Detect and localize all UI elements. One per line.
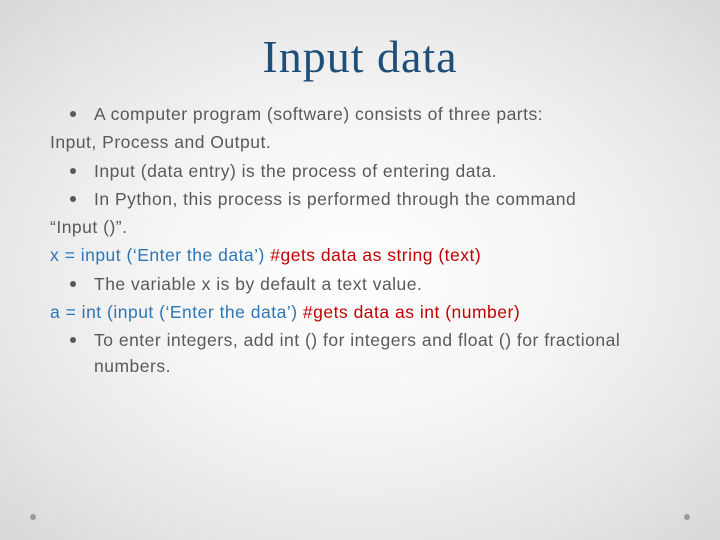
decorative-dot-icon: [30, 514, 36, 520]
bullet-text: In Python, this process is performed thr…: [94, 186, 670, 212]
code-blue: x = input (‘Enter the data’): [50, 245, 270, 265]
decorative-dot-icon: [684, 514, 690, 520]
slide: Input data A computer program (software)…: [0, 0, 720, 540]
bullet-item: A computer program (software) consists o…: [50, 101, 670, 127]
bullet-icon: [70, 196, 76, 202]
bullet-icon: [70, 168, 76, 174]
code-comment-red: #gets data as int (number): [303, 302, 520, 322]
slide-title: Input data: [50, 30, 670, 83]
code-example: x = input (‘Enter the data’) #gets data …: [50, 242, 670, 268]
bullet-icon: [70, 111, 76, 117]
bullet-text: The variable x is by default a text valu…: [94, 271, 670, 297]
bullet-text: A computer program (software) consists o…: [94, 101, 670, 127]
bullet-item: Input (data entry) is the process of ent…: [50, 158, 670, 184]
bullet-item: In Python, this process is performed thr…: [50, 186, 670, 212]
bullet-icon: [70, 281, 76, 287]
bullet-item: The variable x is by default a text valu…: [50, 271, 670, 297]
continuation-text: “Input ()”.: [50, 214, 670, 240]
bullet-icon: [70, 337, 76, 343]
bullet-text: Input (data entry) is the process of ent…: [94, 158, 670, 184]
code-blue: a = int (input (‘Enter the data’): [50, 302, 303, 322]
slide-body: A computer program (software) consists o…: [50, 101, 670, 380]
bullet-text: To enter integers, add int () for intege…: [94, 327, 670, 380]
continuation-text: Input, Process and Output.: [50, 129, 670, 155]
code-example: a = int (input (‘Enter the data’) #gets …: [50, 299, 670, 325]
bullet-item: To enter integers, add int () for intege…: [50, 327, 670, 380]
code-comment-red: #gets data as string (text): [270, 245, 481, 265]
